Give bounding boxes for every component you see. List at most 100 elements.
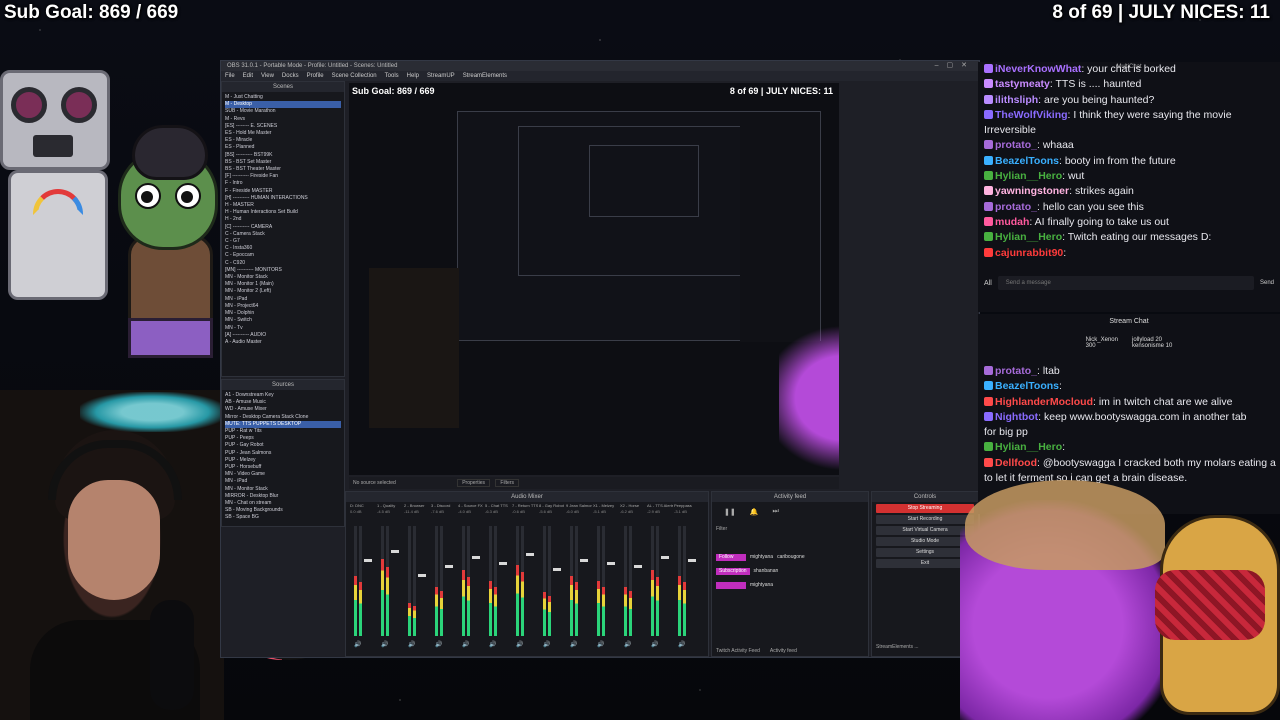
source-item[interactable]: MN - Monitor Stack (225, 486, 341, 493)
chat-username[interactable]: iNeverKnowWhat (995, 63, 1081, 75)
multichat-input[interactable]: Send a message (997, 276, 1254, 290)
speaker-icon[interactable]: 🔊 (354, 641, 361, 648)
chat-username[interactable]: cajunrabbit90 (995, 247, 1063, 259)
mixer-fader[interactable] (526, 553, 534, 556)
mixer-fader[interactable] (391, 550, 399, 553)
scene-item[interactable]: C - C920 (225, 260, 341, 267)
source-item[interactable]: PUP - Gay Robot (225, 442, 341, 449)
scene-item[interactable]: MN - iPad (225, 296, 341, 303)
bell-icon[interactable]: 🔔 (750, 508, 759, 516)
skip-icon[interactable]: ⏭ (772, 508, 778, 516)
activity-item[interactable]: Follow mightyana caribougone (716, 550, 864, 564)
chat-username[interactable]: protato_ (995, 201, 1037, 213)
mixer-fader[interactable] (418, 574, 426, 577)
source-item[interactable]: PUP - Peeps (225, 435, 341, 442)
chat-username[interactable]: yawningstoner (995, 185, 1069, 197)
activity-item[interactable]: mightyana (716, 578, 864, 592)
menu-docks[interactable]: Docks (282, 71, 299, 81)
scene-item[interactable]: MN - Tv (225, 325, 341, 332)
scene-item[interactable]: F - Fireside MASTER (225, 188, 341, 195)
source-item[interactable]: PUP - Horsebuff (225, 464, 341, 471)
source-item[interactable]: SB - Moving Backgrounds (225, 507, 341, 514)
mixer-fader[interactable] (580, 559, 588, 562)
speaker-icon[interactable]: 🔊 (381, 641, 388, 648)
source-item[interactable]: AB - Amuse Music (225, 399, 341, 406)
scene-item[interactable]: ES - Miracle (225, 137, 341, 144)
obs-preview[interactable]: Sub Goal: 869 / 669 8 of 69 | JULY NICES… (349, 83, 839, 475)
menu-scene-collection[interactable]: Scene Collection (332, 71, 377, 81)
scene-item[interactable]: MN - Monitor 1 (Main) (225, 281, 341, 288)
scene-item[interactable]: MN - Monitor Stack (225, 274, 341, 281)
chat-username[interactable]: tastymeaty (995, 78, 1050, 90)
pause-icon[interactable]: ❚❚ (724, 508, 736, 516)
source-item[interactable]: MN - Video Game (225, 471, 341, 478)
chat-username[interactable]: Dellfood (995, 457, 1037, 469)
scene-item[interactable]: C - Camera Stack (225, 231, 341, 238)
scene-item[interactable]: F - Intro (225, 180, 341, 187)
chat-username[interactable]: Hylian__Hero (995, 231, 1062, 243)
source-item[interactable]: WD - Amuse Mixer (225, 406, 341, 413)
scene-item[interactable]: C - Epoccam (225, 252, 341, 259)
activity-item[interactable]: Subscription shanbanan (716, 564, 864, 578)
scene-item[interactable]: [H] ---------- HUMAN INTERACTIONS (225, 195, 341, 202)
filter-all-button[interactable]: All (984, 280, 992, 287)
source-item[interactable]: PUP - Jean Salmons (225, 450, 341, 457)
speaker-icon[interactable]: 🔊 (624, 641, 631, 648)
scene-item[interactable]: C - G7 (225, 238, 341, 245)
mixer-fader[interactable] (688, 559, 696, 562)
speaker-icon[interactable]: 🔊 (435, 641, 442, 648)
speaker-icon[interactable]: 🔊 (489, 641, 496, 648)
menu-file[interactable]: File (225, 71, 235, 81)
menu-streamup[interactable]: StreamUP (427, 71, 455, 81)
scene-item[interactable]: [A] ---------- AUDIO (225, 332, 341, 339)
scene-item[interactable]: H - 2nd (225, 216, 341, 223)
scene-item[interactable]: ES - Planned (225, 144, 341, 151)
scene-item[interactable]: M - Revs (225, 116, 341, 123)
chat-username[interactable]: BeazelToons (995, 380, 1059, 392)
mixer-fader[interactable] (445, 565, 453, 568)
speaker-icon[interactable]: 🔊 (597, 641, 604, 648)
source-item[interactable]: MN - iPad (225, 478, 341, 485)
chat-username[interactable]: BeazelToons (995, 155, 1059, 167)
mixer-fader[interactable] (661, 556, 669, 559)
scene-item[interactable]: C - Insta360 (225, 245, 341, 252)
mixer-fader[interactable] (364, 559, 372, 562)
streamelements-tab[interactable]: StreamElements ... (876, 644, 919, 650)
scene-item[interactable]: M - Just Chatting (225, 94, 341, 101)
scene-item[interactable]: BS - BST Set Master (225, 159, 341, 166)
chat-username[interactable]: protato_ (995, 365, 1037, 377)
window-controls[interactable]: –▢✕ (935, 61, 975, 71)
source-item[interactable]: A1 - Downstream Key (225, 392, 341, 399)
speaker-icon[interactable]: 🔊 (678, 641, 685, 648)
tab-activity-feed[interactable]: Activity feed (770, 648, 797, 654)
speaker-icon[interactable]: 🔊 (543, 641, 550, 648)
mixer-fader[interactable] (634, 565, 642, 568)
scene-item[interactable]: [BS] ---------- BST99K (225, 152, 341, 159)
mixer-fader[interactable] (472, 556, 480, 559)
source-item[interactable]: MIRROR - Desktop Blur (225, 493, 341, 500)
scene-item[interactable]: [MN] ---------- MONITORS (225, 267, 341, 274)
filters-button[interactable]: Filters (495, 479, 520, 487)
speaker-icon[interactable]: 🔊 (462, 641, 469, 648)
speaker-icon[interactable]: 🔊 (651, 641, 658, 648)
chat-username[interactable]: Hylian__Hero (995, 170, 1062, 182)
speaker-icon[interactable]: 🔊 (408, 641, 415, 648)
speaker-icon[interactable]: 🔊 (516, 641, 523, 648)
source-item[interactable]: PUP - Melzey (225, 457, 341, 464)
menu-profile[interactable]: Profile (307, 71, 324, 81)
scene-item[interactable]: [F] ---------- Fireside Fan (225, 173, 341, 180)
chat-username[interactable]: mudah (995, 216, 1029, 228)
mixer-fader[interactable] (553, 568, 561, 571)
mixer-fader[interactable] (607, 562, 615, 565)
source-item[interactable]: PUP - Rat w Tits (225, 428, 341, 435)
speaker-icon[interactable]: 🔊 (570, 641, 577, 648)
chat-username[interactable]: Nightbot (995, 411, 1038, 423)
scene-item[interactable]: BS - BST Theater Master (225, 166, 341, 173)
source-item[interactable]: Mirror - Desktop Camera Stack Clone (225, 414, 341, 421)
source-item[interactable]: MUTE: TTS PUPPETS DESKTOP (225, 420, 341, 429)
tab-twitch-activity-feed[interactable]: Twitch Activity Feed (716, 648, 760, 654)
menu-view[interactable]: View (261, 71, 274, 81)
menu-help[interactable]: Help (407, 71, 419, 81)
properties-button[interactable]: Properties (457, 479, 490, 487)
scene-item[interactable]: [C] ---------- CAMERA (225, 224, 341, 231)
